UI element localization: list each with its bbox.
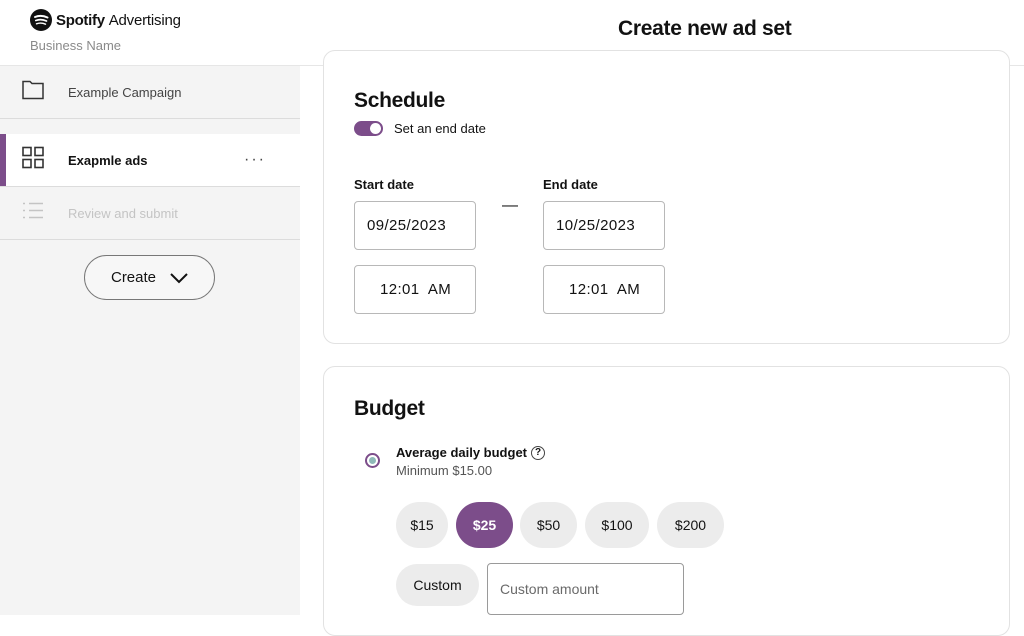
page-title: Create new ad set	[618, 17, 792, 40]
daily-budget-radio[interactable]	[365, 453, 380, 468]
budget-chip-200[interactable]: $200	[657, 502, 724, 548]
chevron-down-icon	[170, 272, 188, 283]
end-date-label: End date	[543, 177, 598, 192]
sidebar-item-label: Review and submit	[68, 205, 178, 221]
custom-budget-chip[interactable]: Custom	[396, 564, 479, 606]
date-separator: —	[502, 197, 518, 214]
radio-dot	[369, 457, 376, 464]
end-date-input[interactable]: 10/25/2023	[543, 201, 665, 250]
brand-suffix: Advertising	[108, 11, 181, 29]
folder-icon	[22, 80, 44, 105]
sidebar-item-review: Review and submit	[0, 187, 300, 240]
spotify-logo-icon	[30, 9, 52, 31]
brand-name: Spotify	[56, 11, 105, 29]
grid-icon	[22, 146, 44, 174]
toggle-knob	[370, 123, 381, 134]
start-date-input[interactable]: 09/25/2023	[354, 201, 476, 250]
budget-chip-25[interactable]: $25	[456, 502, 513, 548]
sidebar-item-label: Exapmle ads	[68, 152, 148, 168]
sidebar-item-ads[interactable]: Exapmle ads ···	[0, 134, 300, 187]
active-indicator	[0, 134, 6, 186]
budget-chip-100[interactable]: $100	[585, 502, 649, 548]
daily-budget-label: Average daily budget ?	[396, 445, 545, 460]
budget-card: Budget Average daily budget ? Minimum $1…	[323, 366, 1010, 636]
schedule-card: Schedule Set an end date Start date End …	[323, 50, 1010, 344]
spotify-advertising-logo[interactable]: Spotify Advertising	[30, 9, 181, 31]
schedule-title: Schedule	[354, 89, 445, 112]
budget-chip-15[interactable]: $15	[396, 502, 448, 548]
end-time-input[interactable]: 12:01 AM	[543, 265, 665, 314]
minimum-budget-text: Minimum $15.00	[396, 463, 493, 478]
custom-amount-input[interactable]: Custom amount	[487, 563, 684, 615]
more-options-icon[interactable]: ···	[244, 151, 266, 169]
end-date-toggle[interactable]	[354, 121, 383, 136]
sidebar: Example Campaign Exapmle ads ··· Review …	[0, 66, 300, 615]
sidebar-item-campaign[interactable]: Example Campaign	[0, 66, 300, 119]
budget-chip-50[interactable]: $50	[520, 502, 577, 548]
sidebar-item-label: Example Campaign	[68, 84, 182, 100]
budget-title: Budget	[354, 397, 425, 420]
create-button-label: Create	[110, 269, 157, 286]
start-date-label: Start date	[354, 177, 414, 192]
help-icon[interactable]: ?	[531, 445, 545, 460]
list-icon	[22, 202, 44, 225]
daily-budget-text: Average daily budget	[396, 445, 527, 460]
business-name[interactable]: Business Name	[30, 38, 121, 53]
start-time-input[interactable]: 12:01 AM	[354, 265, 476, 314]
create-button[interactable]: Create	[84, 255, 215, 300]
end-date-toggle-label: Set an end date	[394, 121, 486, 136]
